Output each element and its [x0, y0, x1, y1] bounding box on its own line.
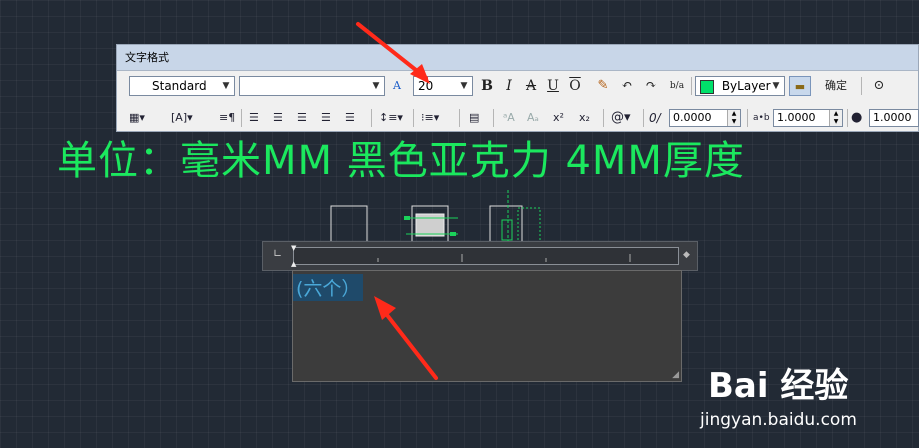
- separator: [413, 109, 414, 127]
- text-format-toolbar: 文字格式 Standard ▼ ▼ A 20 ▼ B I A U O ✎ ↶ ↷…: [116, 44, 919, 132]
- style-select[interactable]: Standard ▼: [129, 76, 235, 96]
- columns-icon[interactable]: ▦▾: [129, 110, 145, 126]
- separator: [459, 109, 460, 127]
- underline-button[interactable]: U: [545, 76, 561, 96]
- oblique-angle-icon: 0/: [649, 111, 661, 125]
- redo-button[interactable]: ↷: [643, 76, 659, 96]
- match-format-icon[interactable]: ✎: [595, 76, 611, 96]
- tracking-value: 1.0000: [777, 111, 816, 124]
- undo-button[interactable]: ↶: [619, 76, 635, 96]
- chevron-down-icon: ▼: [222, 81, 230, 91]
- stack-button[interactable]: b/a: [669, 76, 685, 96]
- annotation-arrow-top: [356, 22, 430, 84]
- baidu-watermark: Bai 经验 jingyan.baidu.com: [700, 350, 919, 448]
- toolbar-row-2: ▦▾ [A]▾ ≡¶ ☰ ☰ ☰ ☰ ☰ ↕≡▾ ⁝≡▾ ▤ ᵃA Aₐ x² …: [117, 105, 919, 133]
- width-factor-icon: ●: [851, 110, 863, 125]
- separator: [371, 109, 372, 127]
- cad-drawing-1: [330, 205, 368, 243]
- color-select-value: ByLayer: [721, 79, 771, 93]
- spinner-arrows-icon[interactable]: ▲ ▼: [829, 110, 842, 126]
- toolbar-title: 文字格式: [117, 45, 918, 71]
- separator: [241, 109, 242, 127]
- distribute-icon[interactable]: ☰: [345, 110, 355, 126]
- separator: [643, 109, 644, 127]
- uppercase-icon[interactable]: ᵃA: [503, 110, 515, 126]
- title-text: 单位：毫米MM 黑色亚克力 4MM厚度: [57, 138, 745, 184]
- spinner-arrows-icon[interactable]: ▲ ▼: [727, 110, 740, 126]
- options-icon[interactable]: ⊙: [871, 76, 887, 96]
- separator: [861, 77, 862, 95]
- style-select-value: Standard: [152, 79, 207, 93]
- oblique-angle-input[interactable]: 0.0000 ▲ ▼: [669, 109, 741, 127]
- color-swatch: [700, 79, 714, 94]
- lowercase-icon[interactable]: Aₐ: [527, 110, 539, 126]
- paragraph-indent-handle[interactable]: ▲: [291, 260, 296, 268]
- resize-handle-icon[interactable]: ◢: [672, 370, 679, 380]
- separator: [847, 109, 848, 127]
- first-line-indent-handle[interactable]: ▼: [291, 244, 296, 252]
- bold-button[interactable]: B: [479, 76, 495, 96]
- ruler-ticks: [377, 254, 631, 262]
- separator: [493, 109, 494, 127]
- paragraph-icon[interactable]: ≡¶: [219, 110, 235, 126]
- ruler-width-handle-icon[interactable]: ◆: [683, 250, 690, 260]
- ruler-track[interactable]: ▼ ▲: [291, 244, 679, 268]
- chevron-down-icon: ▼: [460, 81, 468, 91]
- overline-button[interactable]: O: [567, 76, 583, 96]
- tab-type-icon[interactable]: ∟: [273, 248, 283, 259]
- width-factor-value: 1.0000: [873, 111, 912, 124]
- insert-field-icon[interactable]: ▤: [469, 110, 479, 126]
- superscript-icon[interactable]: x²: [553, 110, 564, 126]
- symbol-at-label: @: [611, 110, 624, 125]
- align-center-icon[interactable]: ☰: [273, 110, 283, 126]
- numbering-icon[interactable]: ⁝≡▾: [421, 110, 439, 126]
- justify-icon[interactable]: ☰: [321, 110, 331, 126]
- selected-text[interactable]: (六个）: [293, 274, 364, 301]
- line-spacing-icon[interactable]: ↕≡▾: [379, 110, 403, 126]
- width-factor-input[interactable]: 1.0000: [869, 109, 919, 127]
- ruler-toggle-icon[interactable]: ▬: [789, 76, 811, 96]
- separator: [603, 109, 604, 127]
- tracking-input[interactable]: 1.0000 ▲ ▼: [773, 109, 843, 127]
- subscript-icon[interactable]: x₂: [579, 110, 590, 126]
- text-ruler[interactable]: ∟ ▼ ▲ ◆: [262, 241, 698, 271]
- ok-button[interactable]: 确定: [825, 77, 847, 95]
- watermark-url: jingyan.baidu.com: [700, 410, 857, 430]
- watermark-logo: Bai 经验: [708, 366, 849, 406]
- color-select[interactable]: ByLayer ▼: [695, 76, 785, 96]
- mtext-justification-icon[interactable]: [A]▾: [171, 110, 193, 126]
- annotation-arrow-bottom: [374, 296, 438, 380]
- separator: [691, 77, 692, 95]
- tracking-icon: a•b: [753, 113, 770, 123]
- align-left-icon[interactable]: ☰: [249, 110, 259, 126]
- symbol-button[interactable]: @▾: [611, 110, 631, 126]
- oblique-angle-value: 0.0000: [673, 111, 712, 124]
- mtext-editor[interactable]: (六个） ◢: [292, 270, 682, 382]
- italic-button[interactable]: I: [501, 76, 517, 96]
- toolbar-row-1: Standard ▼ ▼ A 20 ▼ B I A U O ✎ ↶ ↷ b/a …: [117, 73, 918, 101]
- align-right-icon[interactable]: ☰: [297, 110, 307, 126]
- chevron-down-icon: ▼: [772, 81, 780, 91]
- strikethrough-button[interactable]: A: [523, 76, 539, 96]
- separator: [747, 109, 748, 127]
